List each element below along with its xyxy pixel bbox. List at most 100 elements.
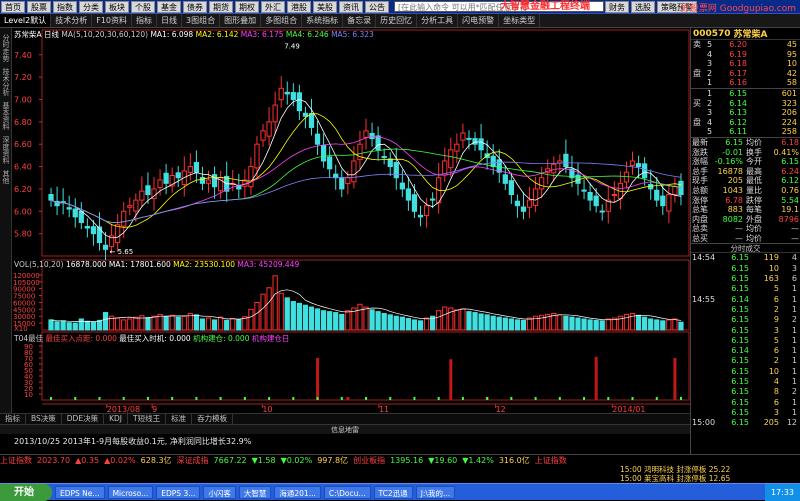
- candle-body: [145, 185, 151, 196]
- trades-list[interactable]: 14:54 6.15 119 4 6.15 10 3 6.15 163 6 6.15 5 1 14:55 6…: [691, 253, 800, 428]
- function-tab[interactable]: 图形叠加: [220, 14, 262, 27]
- function-tab[interactable]: 多图组合: [261, 14, 303, 27]
- quote-stat-row: 总买 — 均价 —: [691, 234, 800, 244]
- indicator-tab[interactable]: 吞力模板: [192, 414, 234, 424]
- indicator-tab[interactable]: 标准: [166, 414, 193, 424]
- toolbar-button[interactable]: 期权: [235, 0, 259, 13]
- taskbar-item[interactable]: 小闪客: [203, 485, 236, 499]
- function-tab[interactable]: 备忘录: [343, 14, 377, 27]
- function-tab[interactable]: 分析工具: [417, 14, 459, 27]
- book-volume: 206: [781, 108, 797, 118]
- taskbar-item[interactable]: 海通201...: [274, 485, 321, 499]
- toolbar-button[interactable]: 个股: [131, 0, 155, 13]
- volume-bar: [466, 311, 472, 331]
- chart-canvas[interactable]: 5.806.006.206.406.606.807.007.207.401500…: [12, 28, 690, 418]
- function-tab[interactable]: 日线: [157, 14, 182, 27]
- taskbar-item[interactable]: TC2迅通: [373, 485, 413, 499]
- start-button[interactable]: 开始: [0, 483, 52, 501]
- trade-count: 1: [791, 356, 797, 366]
- left-tab[interactable]: 分时走势: [1, 34, 11, 62]
- stat-value: 6.15: [725, 137, 743, 147]
- left-tab[interactable]: 深度资料: [1, 136, 11, 164]
- trade-volume: 163: [763, 274, 779, 284]
- function-tab[interactable]: 指标: [132, 14, 157, 27]
- toolbar-right-button[interactable]: 财务: [605, 0, 629, 13]
- trade-row: 15:00 6.15 205 12: [691, 418, 800, 428]
- indicator-tab[interactable]: T短线王: [128, 414, 167, 424]
- volume-bar: [520, 319, 527, 331]
- toolbar-button[interactable]: 板块: [105, 0, 129, 13]
- toolbar-button[interactable]: 分类: [79, 0, 103, 13]
- function-tab[interactable]: 技术分析: [51, 14, 93, 27]
- vol-ma3: MA3: 45209.449: [237, 260, 300, 269]
- alert-item[interactable]: 15:00 莱宝高科 封涨停板 12.65: [620, 474, 800, 483]
- taskbar-item[interactable]: 大智慧: [238, 485, 272, 499]
- left-tab[interactable]: 其他: [1, 170, 11, 184]
- left-tab[interactable]: 基本资料: [1, 102, 11, 130]
- trade-price: 6.15: [731, 356, 749, 366]
- trade-price: 6.15: [731, 253, 749, 263]
- stat-key-2: 每笔: [746, 205, 762, 215]
- taskbar-item[interactable]: C:\Docu...: [323, 485, 371, 499]
- taskbar-item[interactable]: EDPS 3...: [156, 485, 201, 499]
- indicator-tab[interactable]: 指标: [0, 414, 26, 424]
- trade-time: [691, 284, 715, 294]
- toolbar-button[interactable]: 外汇: [261, 0, 285, 13]
- taskbar-item[interactable]: EDPS Ne...: [55, 485, 105, 499]
- stat-value: —: [735, 233, 743, 243]
- trade-row: 6.15 5 1: [691, 336, 800, 346]
- candle-body: [375, 135, 381, 151]
- taskbar-item[interactable]: J:\我的...: [415, 485, 456, 499]
- candle-body: [327, 156, 333, 170]
- toolbar-button[interactable]: 港股: [287, 0, 311, 13]
- kline-chart-area[interactable]: 5.80 6.00 6.20 6.40 6.60 6.80 7.00 7.20 7.40 1500…: [12, 28, 690, 418]
- left-tab[interactable]: 技术分析: [1, 68, 11, 96]
- toolbar-button[interactable]: 债券: [183, 0, 207, 13]
- trade-price: 6.15: [731, 263, 749, 273]
- ma-params: MA(5,10,20,30,60,120): [61, 30, 149, 39]
- candle-body: [381, 156, 387, 159]
- function-tab[interactable]: 历史回忆: [376, 14, 418, 27]
- quote-stat-row: 内盘 8082 外盘 8796: [691, 215, 800, 225]
- toolbar-button[interactable]: 首页: [1, 0, 25, 13]
- toolbar-button[interactable]: 公告: [365, 0, 389, 13]
- ticker-item: ▼0.02%: [280, 455, 313, 465]
- function-tab[interactable]: 3图组合: [182, 14, 221, 27]
- stat-key: 涨幅: [692, 157, 708, 167]
- candle-body: [296, 92, 302, 112]
- taskbar-item[interactable]: Microso...: [107, 485, 154, 499]
- ticker-item: 上证指数: [0, 455, 32, 465]
- volume-bar: [320, 310, 327, 331]
- toolbar-button[interactable]: 美股: [313, 0, 337, 13]
- volume-header: VOL(5,10,20) 16878.000 MA1: 17801.600 MA…: [14, 260, 299, 269]
- function-tab[interactable]: Level2默认: [0, 14, 52, 27]
- volume-bar: [314, 308, 321, 331]
- candle-body: [96, 226, 103, 244]
- toolbar-button[interactable]: 股票: [27, 0, 51, 13]
- function-tab[interactable]: 系统指标: [302, 14, 344, 27]
- toolbar-right-button[interactable]: 选股: [631, 0, 655, 13]
- candle-body: [666, 194, 672, 212]
- function-tab[interactable]: 坐标类型: [499, 14, 541, 27]
- candle-body: [66, 207, 72, 210]
- candle-body: [369, 132, 375, 140]
- news-line[interactable]: 2013/10/25 2013年1-9月每股收益0.1元, 净利润同比增长32.…: [0, 434, 690, 454]
- toolbar-button[interactable]: 资讯: [339, 0, 363, 13]
- volume-bar: [90, 321, 97, 331]
- candle-body: [411, 194, 418, 212]
- index-ticker: 上证指数 2023.70 ▲0.35 ▲0.02% 628.3亿 深证成指 7667.22 ▼…: [0, 454, 800, 465]
- volume-bar: [423, 317, 430, 331]
- function-tab[interactable]: 闪电预警: [458, 14, 500, 27]
- indicator-tab[interactable]: BS决策: [26, 414, 62, 424]
- quote-stats: 最新 6.15 均价 6.18 涨跌 -0.01 换手 0.41% 涨幅 -0.16% 今开 6.15…: [691, 136, 800, 244]
- toolbar-button[interactable]: 期货: [209, 0, 233, 13]
- volume-bar: [290, 301, 296, 331]
- toolbar-button[interactable]: 指数: [53, 0, 77, 13]
- toolbar-button[interactable]: 基金: [157, 0, 181, 13]
- function-tab[interactable]: F10资料: [92, 14, 132, 27]
- volume-bar: [248, 308, 254, 331]
- indicator-tab[interactable]: DDE决策: [62, 414, 105, 424]
- candle-body: [496, 159, 502, 173]
- indicator-tab[interactable]: KDJ: [104, 414, 128, 424]
- alert-item[interactable]: 15:00 鸿明科技 封涨停板 25.22: [620, 465, 800, 474]
